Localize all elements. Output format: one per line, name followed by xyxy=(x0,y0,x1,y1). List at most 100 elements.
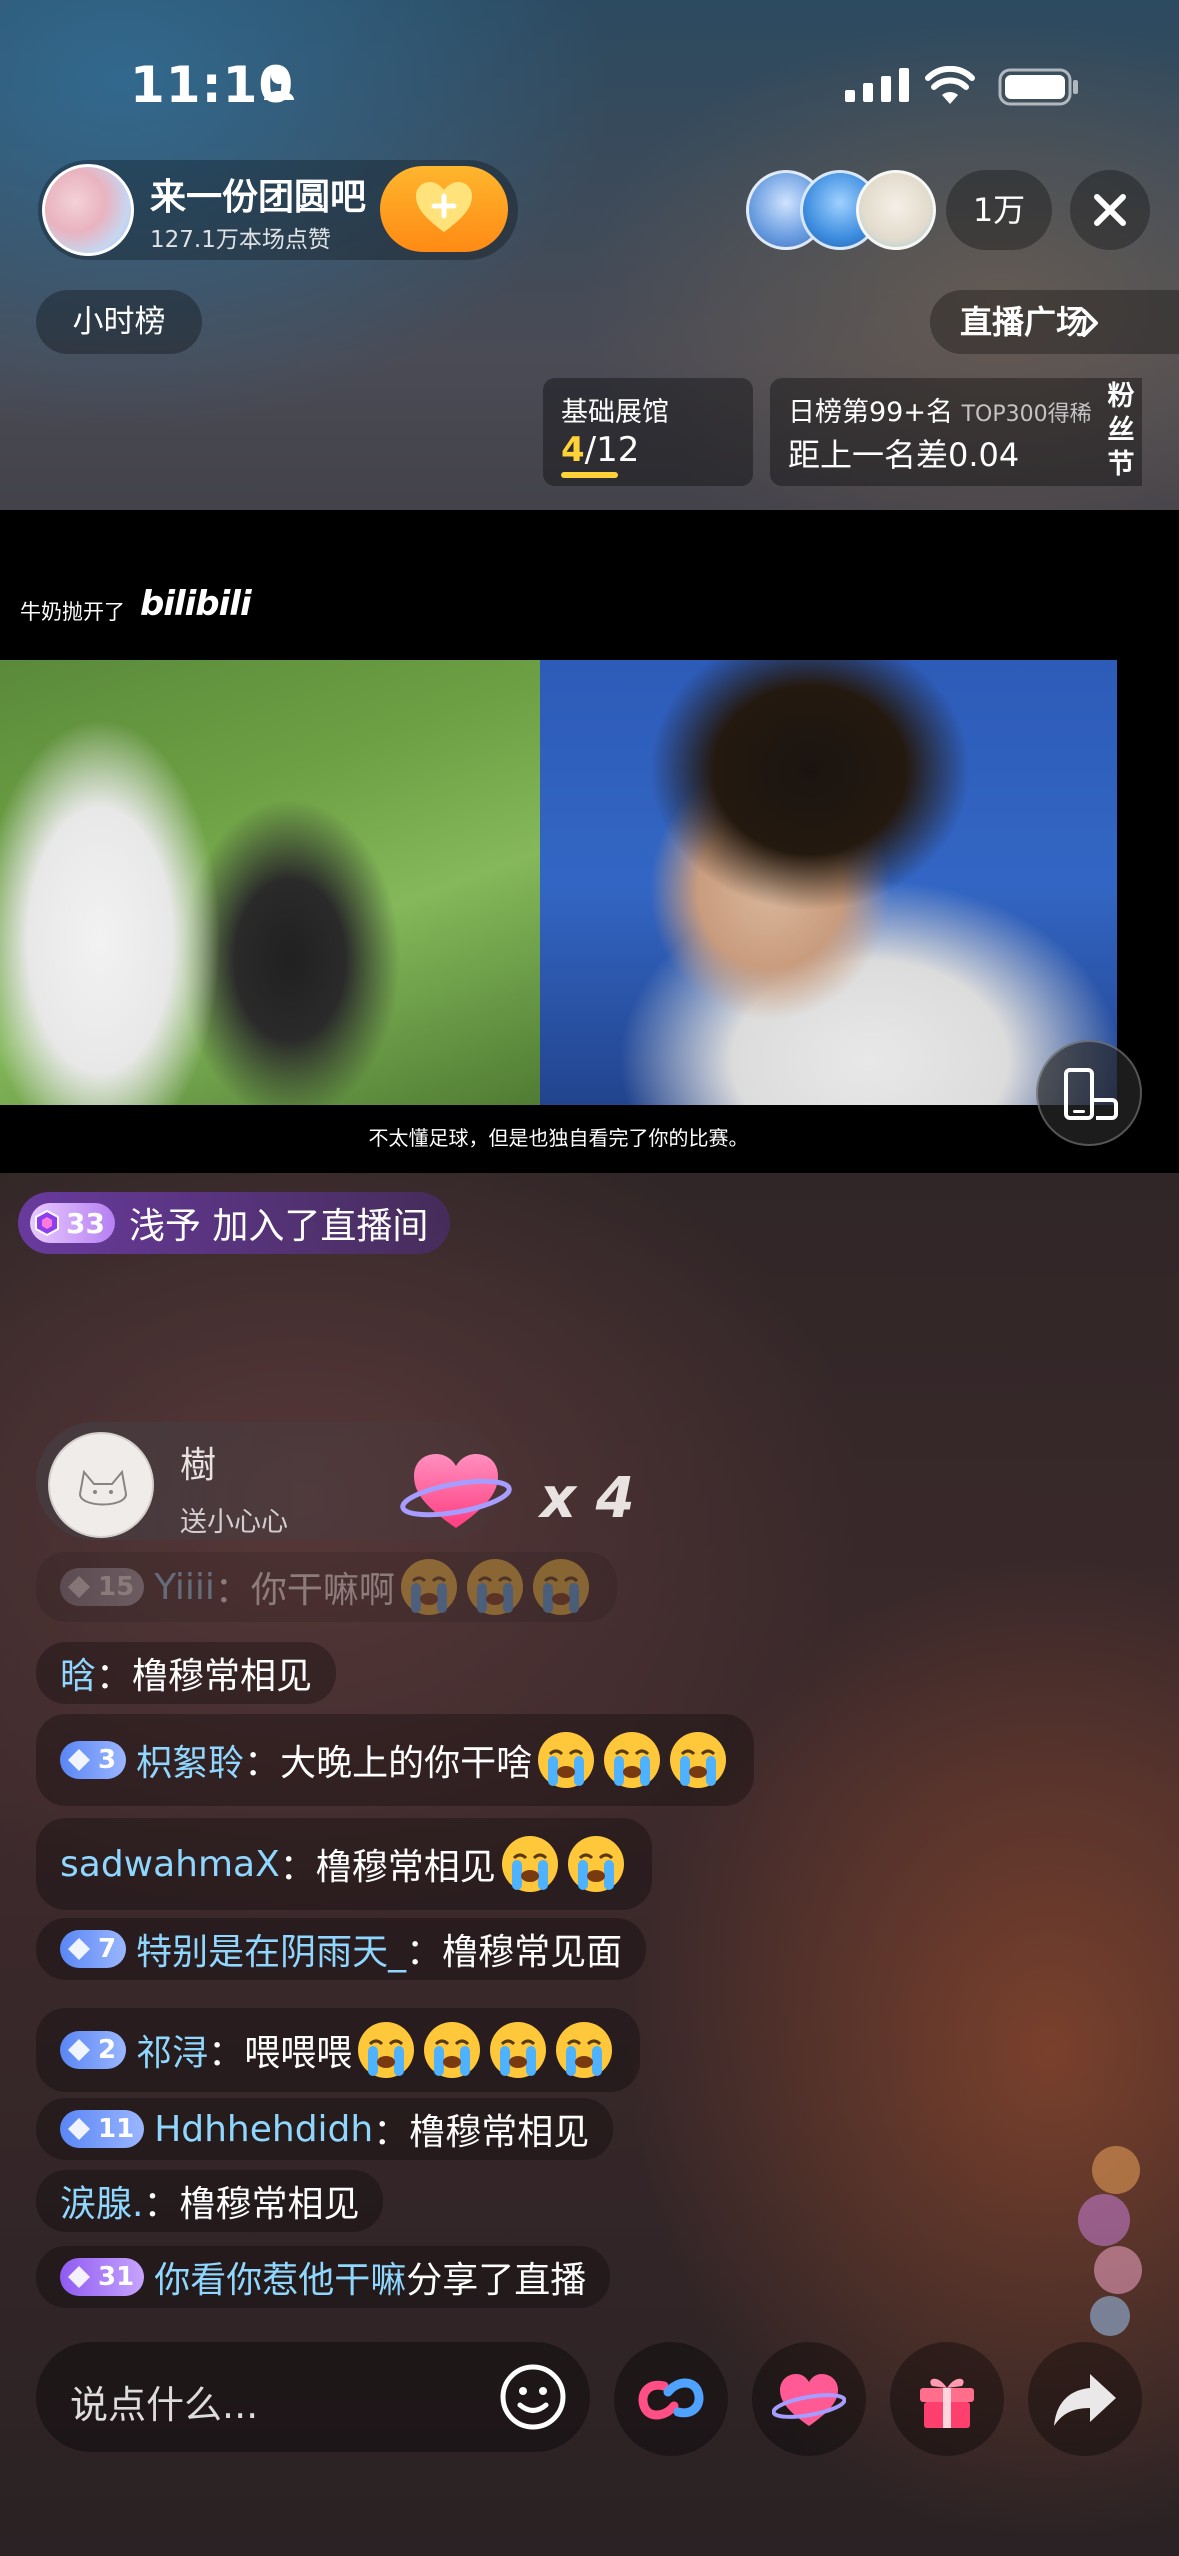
basic-hall-title: 基础展馆 xyxy=(561,397,669,428)
heart-plus-icon xyxy=(416,182,472,232)
chat-message[interactable]: 7 特别是在阴雨天_ ：橹穆常见面 xyxy=(36,1918,647,1980)
crying-emoji-icon xyxy=(358,2022,415,2078)
join-notice: 33 浅予 加入了直播间 xyxy=(18,1192,451,1254)
user-level: 31 xyxy=(98,2262,135,2292)
chat-username[interactable]: 晗 xyxy=(60,1647,96,1699)
crying-emoji-icon xyxy=(400,1559,457,1615)
chat-username[interactable]: Hdhhehdidh xyxy=(154,2109,373,2150)
join-text: 浅予 加入了直播间 xyxy=(128,1206,429,1247)
crying-emoji-icon xyxy=(538,1732,595,1788)
chat-message[interactable]: 2 祁浔 ：喂喂喂 xyxy=(36,2008,641,2092)
crying-emoji-icon xyxy=(556,2022,613,2078)
basic-hall-current: 4 xyxy=(561,430,585,470)
video-watermark-logo: bilibili xyxy=(140,584,252,624)
gift-button[interactable] xyxy=(890,2342,1004,2456)
user-level: 15 xyxy=(98,1572,135,1602)
video-frame-right xyxy=(540,660,1117,1105)
rotate-screen-button[interactable] xyxy=(1036,1040,1142,1146)
video-subtitle: 不太懂足球，但是也独自看完了你的比赛。 xyxy=(368,1126,749,1150)
host-name: 来一份团圆吧 xyxy=(150,177,367,218)
live-plaza-button[interactable]: 直播广场 xyxy=(930,290,1179,354)
basic-hall-card[interactable]: 基础展馆 4/12 xyxy=(543,378,753,486)
chat-text: ：橹穆常相见 xyxy=(279,1847,496,1888)
chat-message[interactable]: 晗：橹穆常相见 xyxy=(36,1642,337,1704)
chat-message[interactable]: 涙腺. ：橹穆常相见 xyxy=(36,2170,384,2232)
chat-message[interactable]: sadwahmaX ：橹穆常相见 xyxy=(36,1818,652,1910)
crying-emoji-icon xyxy=(532,1559,589,1615)
chat-username[interactable]: 祁浔 xyxy=(136,2024,208,2076)
like-heart-button[interactable] xyxy=(752,2342,866,2456)
join-level-badge: 33 xyxy=(30,1203,115,1243)
viewer-count[interactable]: 1万 xyxy=(946,170,1052,250)
chat-message[interactable]: 11 Hdhhehdidh ：橹穆常相见 xyxy=(36,2098,614,2160)
gift-description: 送小心心 xyxy=(180,1507,288,1538)
user-level: 2 xyxy=(98,2035,117,2065)
diamond-icon xyxy=(68,1576,90,1598)
diamond-icon xyxy=(68,2118,90,2140)
chat-username[interactable]: sadwahmaX xyxy=(60,1844,280,1885)
rotate-screen-icon xyxy=(1064,1068,1118,1120)
chat-message[interactable]: 15 Yiiii ：你干嘛啊 xyxy=(36,1552,617,1622)
user-level-badge: 2 xyxy=(60,2031,127,2069)
heart-planet-icon xyxy=(400,1454,512,1528)
user-level-badge: 15 xyxy=(60,1568,145,1606)
gift-count: x 4 xyxy=(540,1466,635,1531)
close-button[interactable] xyxy=(1070,170,1150,250)
gift-sender-avatar[interactable] xyxy=(48,1432,154,1538)
diamond-icon xyxy=(68,2266,90,2288)
live-plaza-label: 直播广场 xyxy=(960,303,1089,341)
crying-emoji-icon xyxy=(490,2022,547,2078)
daily-rank-title: 日榜第99+名 TOP300得稀 xyxy=(788,390,1092,429)
viewer-avatar[interactable] xyxy=(856,170,936,250)
chat-username[interactable]: 枳絮聆 xyxy=(136,1734,244,1786)
user-level: 11 xyxy=(98,2114,135,2144)
chat-username[interactable]: 你看你惹他干嘛 xyxy=(154,2251,406,2303)
video-frame-left xyxy=(0,660,560,1105)
user-level-badge: 31 xyxy=(60,2258,145,2296)
crying-emoji-icon xyxy=(604,1732,661,1788)
join-level: 33 xyxy=(66,1206,105,1240)
chat-text: ：橹穆常相见 xyxy=(143,2184,360,2225)
diamond-icon xyxy=(68,2039,90,2061)
chat-text: ：橹穆常见面 xyxy=(406,1932,623,1973)
chat-text: ：你干嘛啊 xyxy=(214,1570,395,1611)
emoji-icon[interactable] xyxy=(498,2362,568,2432)
diamond-icon xyxy=(68,1938,90,1960)
daily-rank-card[interactable]: 日榜第99+名 TOP300得稀 距上一名差0.04 xyxy=(770,378,1142,486)
user-level: 3 xyxy=(98,1745,117,1775)
host-likes: 127.1万本场点赞 xyxy=(150,227,331,253)
chat-username[interactable]: 特别是在阴雨天_ xyxy=(136,1923,406,1975)
chat-message[interactable]: 3 枳絮聆 ：大晚上的你干啥 xyxy=(36,1714,755,1806)
share-button[interactable] xyxy=(1028,2342,1142,2456)
person-icon xyxy=(264,68,294,100)
crying-emoji-icon xyxy=(567,1836,624,1892)
diamond-icon xyxy=(68,1749,90,1771)
fans-day-badge[interactable]: 粉丝节 xyxy=(1100,380,1142,484)
comment-placeholder: 说点什么... xyxy=(70,2383,259,2427)
follow-button[interactable] xyxy=(380,166,508,252)
cat-sketch-icon xyxy=(78,1469,128,1506)
basic-hall-total: /12 xyxy=(584,430,640,470)
chat-text: ：大晚上的你干啥 xyxy=(244,1743,533,1784)
chat-text: ：喂喂喂 xyxy=(208,2033,353,2074)
link-mic-button[interactable] xyxy=(614,2342,728,2456)
share-icon xyxy=(1054,2374,1116,2426)
battery-icon xyxy=(998,68,1078,106)
chat-text: ：橹穆常相见 xyxy=(96,1656,313,1697)
crying-emoji-icon xyxy=(424,2022,481,2078)
chat-message[interactable]: 31 你看你惹他干嘛 分享了直播 xyxy=(36,2246,611,2308)
wifi-icon xyxy=(925,66,975,104)
daily-rank-label: 日榜第99+名 xyxy=(788,397,953,428)
fans-light-decoration xyxy=(1078,2146,1142,2336)
chat-username[interactable]: 涙腺. xyxy=(60,2175,143,2227)
daily-rank-diff: 距上一名差0.04 xyxy=(788,436,1020,474)
gift-icon xyxy=(920,2378,974,2428)
gift-sender-name: 樹 xyxy=(180,1445,217,1486)
crying-emoji-icon xyxy=(466,1559,523,1615)
hourly-rank-button[interactable]: 小时榜 xyxy=(36,290,202,354)
user-level-badge: 3 xyxy=(60,1741,127,1779)
host-avatar[interactable] xyxy=(42,164,134,256)
chat-username[interactable]: Yiiii xyxy=(154,1567,215,1608)
heart-planet-icon xyxy=(772,2374,846,2426)
chat-text: ：橹穆常相见 xyxy=(373,2112,590,2153)
